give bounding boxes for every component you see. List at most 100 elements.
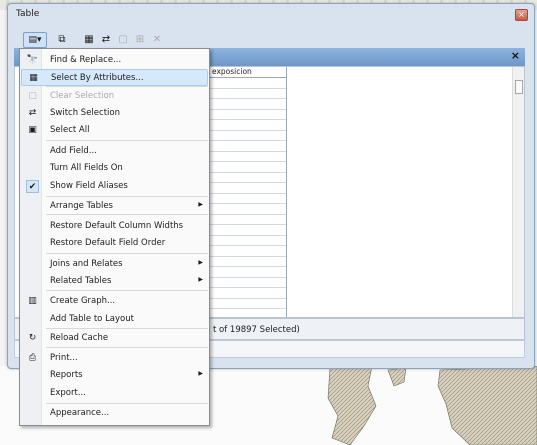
table-row[interactable] [203,194,286,204]
menu-item-restore-default-field-order[interactable]: Restore Default Field Order [21,235,208,252]
menu-item-create-graph[interactable]: ▥ Create Graph... [21,293,208,310]
menu-separator [46,328,208,329]
table-row[interactable] [203,162,286,173]
table-row[interactable] [203,299,286,309]
menu-item-label: Reload Cache [50,333,109,343]
menu-separator [46,403,208,404]
menu-item-label: Restore Default Column Widths [50,221,184,231]
checkmark-icon: ✔ [26,180,39,193]
menu-item-label: Appearance... [50,408,110,418]
scrollbar-thumb[interactable] [515,80,523,94]
menu-item-export[interactable]: Export... [21,385,208,402]
menu-item-label: Arrange Tables [50,201,113,211]
menu-item-related-tables[interactable]: Related Tables ▶ [21,273,208,290]
menu-item-show-field-aliases[interactable]: ✔ Show Field Aliases [21,178,208,195]
menu-item-label: Switch Selection [50,108,120,118]
menu-item-appearance[interactable]: Appearance... [21,405,208,422]
submenu-arrow-icon: ▶ [198,370,203,377]
menu-item-label: Related Tables [50,276,112,286]
zoom-to-selected-icon[interactable]: ⊞ [133,33,147,47]
menu-separator [46,290,208,291]
menu-item-select-by-attributes[interactable]: ▦ Select By Attributes... [21,69,208,86]
menu-item-arrange-tables[interactable]: Arrange Tables ▶ [21,198,208,215]
menu-item-label: Joins and Relates [50,259,123,269]
menu-item-label: Print... [50,353,78,363]
table-row[interactable] [203,141,286,152]
table-row[interactable] [203,215,286,225]
related-tables-icon[interactable]: ⧉ [55,33,69,47]
clear-selection-icon[interactable]: ▢ [116,33,130,47]
table-row[interactable] [203,236,286,246]
column-header-exposicion[interactable]: exposicion [203,67,286,78]
menu-item-turn-all-fields-on[interactable]: Turn All Fields On [21,160,208,177]
printer-icon: ⎙ [28,353,37,363]
table-row[interactable] [203,89,286,99]
table-row[interactable] [203,152,286,162]
menu-item-reports[interactable]: Reports ▶ [21,367,208,384]
menu-item-label: Reports [50,370,83,380]
reload-icon: ↻ [28,333,37,343]
menu-item-label: Export... [50,388,86,398]
table-row[interactable] [203,204,286,215]
menu-item-clear-selection[interactable]: ▢ Clear Selection [21,88,208,105]
table-row[interactable] [203,99,286,110]
table-options-menu[interactable]: 🔭 Find & Replace... ▦ Select By Attributes.… [19,48,210,426]
submenu-arrow-icon: ▶ [198,259,203,266]
table-row[interactable] [203,288,286,299]
delete-selected-icon[interactable]: ✕ [150,33,164,47]
select-by-attributes-icon[interactable]: ▦ [82,33,96,47]
menu-item-label: Show Field Aliases [50,181,128,191]
table-row[interactable] [203,246,286,257]
menu-item-joins-and-relates[interactable]: Joins and Relates ▶ [21,256,208,273]
table-toolbar: ▤▾ ⧉ ▦ ⇄ ▢ ⊞ ✕ [15,30,527,50]
submenu-arrow-icon: ▶ [198,276,203,283]
menu-item-label: Add Table to Layout [50,314,134,324]
window-close-button[interactable]: × [515,9,528,21]
table-row[interactable] [203,267,286,278]
table-row[interactable] [203,131,286,141]
menu-item-add-table-to-layout[interactable]: Add Table to Layout [21,311,208,328]
table-row[interactable] [203,110,286,120]
vertical-scrollbar[interactable] [512,67,524,317]
menu-item-switch-selection[interactable]: ⇄ Switch Selection [21,105,208,122]
find-binoculars-icon: 🔭 [26,55,39,65]
menu-item-label: Restore Default Field Order [50,238,166,248]
table-row[interactable] [203,173,286,183]
table-row[interactable] [203,225,286,236]
menu-item-label: Turn All Fields On [50,163,123,173]
menu-item-label: Select All [50,125,90,135]
menu-item-find-replace[interactable]: 🔭 Find & Replace... [21,52,208,69]
menu-item-reload-cache[interactable]: ↻ Reload Cache [21,330,208,347]
table-column: exposicion [202,67,287,317]
menu-separator [46,253,208,254]
menu-item-label: Clear Selection [50,91,115,101]
select-all-icon: ▣ [28,125,37,135]
menu-item-label: Create Graph... [50,296,116,306]
menu-separator [46,196,208,197]
table-row[interactable] [203,278,286,288]
menu-item-label: Find & Replace... [50,55,122,65]
select-by-attributes-icon: ▦ [29,73,38,83]
menu-item-add-field[interactable]: Add Field... [21,143,208,160]
table-row[interactable] [203,78,286,89]
selection-status: t of 19897 Selected) [213,325,300,335]
menu-item-label: Add Field... [50,146,97,156]
menu-item-print[interactable]: ⎙ Print... [21,350,208,367]
menu-item-restore-default-column-widths[interactable]: Restore Default Column Widths [21,218,208,235]
table-row[interactable] [203,183,286,194]
table-options-button[interactable]: ▤▾ [23,32,47,48]
submenu-arrow-icon: ▶ [198,201,203,208]
clear-selection-icon: ▢ [28,91,37,101]
table-row[interactable] [203,120,286,131]
table-row[interactable] [203,257,286,267]
menu-separator [46,140,208,141]
switch-selection-icon: ⇄ [28,108,37,118]
switch-selection-icon[interactable]: ⇄ [99,33,113,47]
window-title: Table [16,9,40,19]
menu-separator [46,347,208,348]
tab-close-button[interactable]: × [511,49,520,62]
menu-item-label: Select By Attributes... [51,73,144,83]
menu-separator [46,86,208,87]
menu-item-select-all[interactable]: ▣ Select All [21,122,208,139]
bar-chart-icon: ▥ [28,296,37,306]
